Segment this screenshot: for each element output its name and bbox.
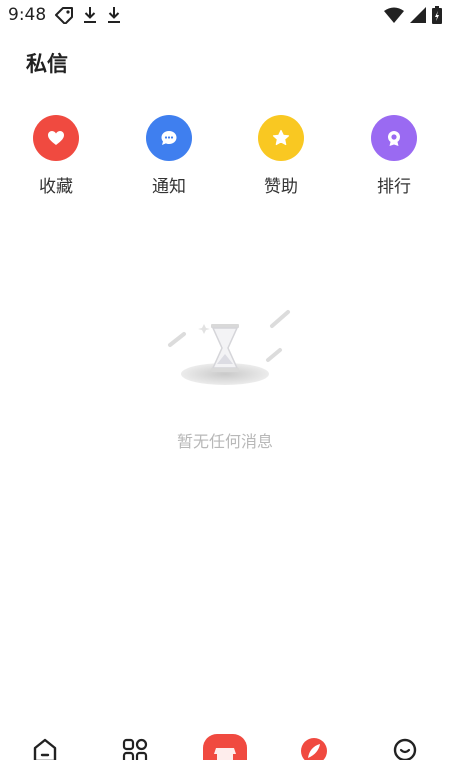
status-left-icons: [54, 6, 122, 24]
heart-icon: [48, 131, 64, 145]
tab-shop[interactable]: [203, 734, 247, 760]
sponsor-button[interactable]: 赞助: [236, 115, 326, 197]
ranking-button[interactable]: 排行: [349, 115, 439, 197]
sponsor-icon-circle: [258, 115, 304, 161]
tab-profile[interactable]: [385, 736, 425, 760]
notifications-label: 通知: [152, 177, 186, 197]
trophy-icon: [388, 131, 400, 146]
download-icon: [84, 7, 96, 23]
empty-state-text: 暂无任何消息: [176, 432, 273, 451]
sponsor-label: 赞助: [264, 177, 298, 197]
profile-icon: [393, 738, 417, 760]
page-title: 私信: [26, 52, 68, 76]
tab-categories[interactable]: [115, 736, 155, 760]
battery-icon: [432, 6, 442, 24]
ranking-label: 排行: [377, 177, 411, 197]
signal-icon: [410, 7, 426, 23]
feather-icon: [301, 738, 327, 760]
chat-bubble-icon: [161, 131, 177, 145]
tab-home[interactable]: [25, 736, 65, 760]
status-time: 9:48: [8, 5, 47, 25]
home-icon: [33, 738, 57, 760]
tab-bar: [0, 730, 450, 760]
quick-actions: 收藏 通知 赞助 排行: [0, 115, 450, 205]
status-bar: 9:48: [0, 0, 450, 30]
hourglass-icon: [168, 310, 290, 385]
grid-icon: [122, 738, 148, 760]
notifications-icon-circle: [146, 115, 192, 161]
favorites-label: 收藏: [39, 177, 73, 197]
shop-icon: [203, 734, 247, 760]
tag-icon: [55, 7, 73, 24]
notifications-button[interactable]: 通知: [124, 115, 214, 197]
ranking-icon-circle: [371, 115, 417, 161]
favorites-button[interactable]: 收藏: [11, 115, 101, 197]
status-right-icons: [384, 6, 442, 24]
download-icon: [108, 7, 120, 23]
wifi-icon: [384, 7, 404, 23]
favorites-icon-circle: [33, 115, 79, 161]
star-icon: [272, 129, 290, 146]
tab-discover[interactable]: [294, 736, 334, 760]
